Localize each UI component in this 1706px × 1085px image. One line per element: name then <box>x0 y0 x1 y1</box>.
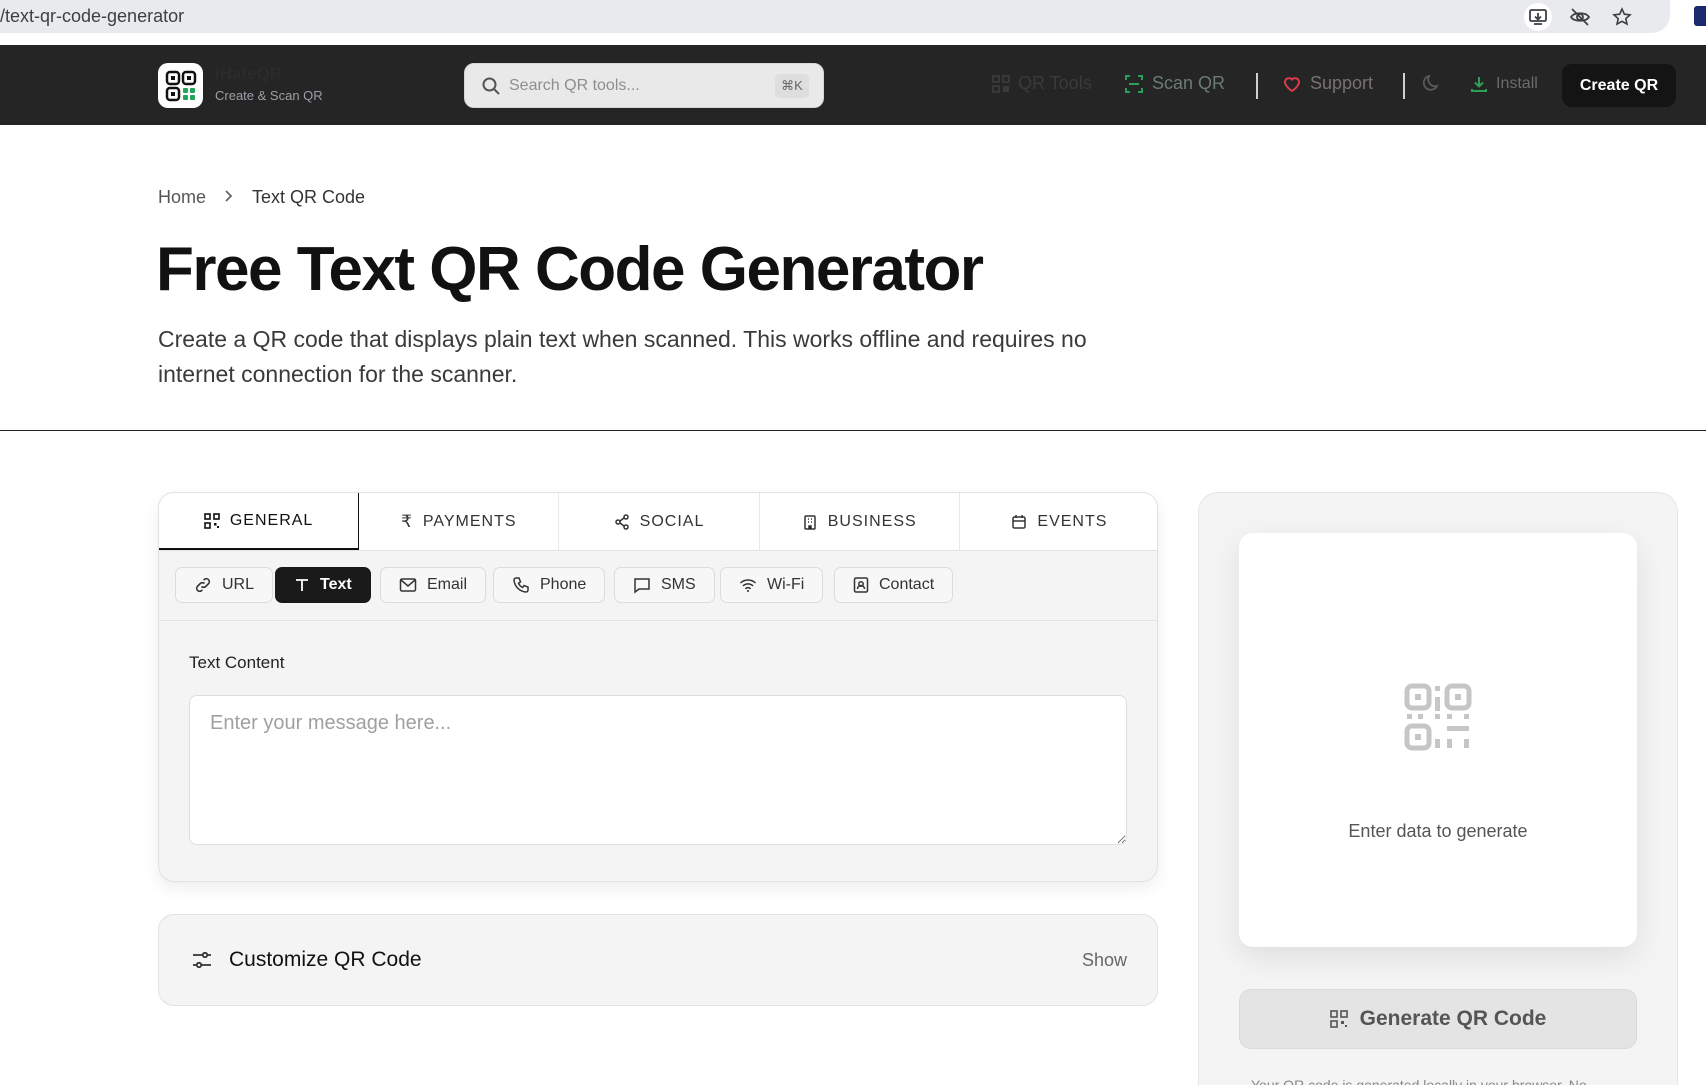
type-label: Phone <box>540 576 587 593</box>
eye-off-icon[interactable] <box>1566 3 1594 31</box>
nav-scan-qr-label: Scan QR <box>1152 73 1226 93</box>
customize-qr-section[interactable]: Customize QR Code Show <box>158 914 1158 1006</box>
chevron-right-icon <box>224 187 234 208</box>
page-title: Free Text QR Code Generator <box>156 235 984 304</box>
type-url-button[interactable]: URL <box>175 567 274 603</box>
qr-placeholder-icon <box>1404 683 1472 756</box>
search-box[interactable]: ⌘K <box>464 63 824 108</box>
nav-scan-qr[interactable]: Scan QR <box>1124 73 1225 94</box>
type-wifi-button[interactable]: Wi-Fi <box>720 567 824 603</box>
sliders-icon <box>191 950 213 975</box>
search-input[interactable] <box>509 64 759 107</box>
breadcrumb: Home Text QR Code <box>158 187 365 208</box>
qr-grid-icon <box>1329 1010 1348 1028</box>
nav-support-label: Support <box>1310 73 1374 93</box>
address-url[interactable]: /text-qr-code-generator <box>0 6 184 27</box>
message-icon <box>634 578 650 594</box>
generate-qr-button[interactable]: Generate QR Code <box>1239 989 1637 1049</box>
nav-qr-tools[interactable]: QR Tools <box>992 73 1092 94</box>
qr-preview-card: Enter data to generate <box>1239 533 1637 947</box>
tab-label: EVENTS <box>1037 512 1108 530</box>
page-description: Create a QR code that displays plain tex… <box>158 326 1087 387</box>
qr-grid-icon <box>992 74 1010 93</box>
phone-icon <box>513 577 529 593</box>
mail-icon <box>399 578 417 592</box>
nav-divider <box>1256 73 1258 99</box>
preview-empty-text: Enter data to generate <box>1348 821 1528 841</box>
brand-name[interactable]: iHateQR <box>215 64 282 84</box>
extension-icon[interactable] <box>1694 6 1706 26</box>
download-icon <box>1471 77 1487 92</box>
nav-divider <box>1403 73 1405 99</box>
tab-payments[interactable]: ₹ PAYMENTS <box>359 493 560 550</box>
divider <box>0 430 1706 431</box>
type-label: Contact <box>879 576 935 593</box>
scan-icon <box>1125 74 1143 93</box>
breadcrumb-home[interactable]: Home <box>158 187 206 208</box>
logo-icon[interactable] <box>158 63 203 108</box>
search-icon <box>481 76 501 101</box>
type-email-button[interactable]: Email <box>380 567 487 603</box>
tab-label: SOCIAL <box>639 512 705 530</box>
tab-label: PAYMENTS <box>422 512 517 530</box>
tab-events[interactable]: EVENTS <box>960 493 1157 550</box>
heart-hand-icon <box>1283 76 1301 92</box>
text-content-label: Text Content <box>189 653 285 672</box>
create-qr-button[interactable]: Create QR <box>1562 64 1676 107</box>
text-icon <box>296 579 308 591</box>
generate-qr-label: Generate QR Code <box>1359 1007 1547 1030</box>
qr-form-card: GENERAL ₹ PAYMENTS SOCIAL BUSINESS EVENT… <box>158 492 1158 882</box>
nav-install[interactable]: Install <box>1470 75 1538 93</box>
nav-support[interactable]: Support <box>1282 73 1373 94</box>
wifi-icon <box>739 579 757 592</box>
customize-title: Customize QR Code <box>229 948 422 971</box>
browser-toolbar: /text-qr-code-generator <box>0 0 1706 36</box>
moon-icon[interactable] <box>1422 73 1442 98</box>
breadcrumb-current: Text QR Code <box>252 187 366 207</box>
tab-social[interactable]: SOCIAL <box>559 493 760 550</box>
type-label: Text <box>320 576 352 593</box>
customize-show-toggle[interactable]: Show <box>1082 950 1127 971</box>
type-label: SMS <box>661 576 696 593</box>
nav-qr-tools-label: QR Tools <box>1018 73 1092 93</box>
rupee-icon: ₹ <box>401 511 413 531</box>
qr-grid-icon <box>204 512 220 529</box>
tab-business[interactable]: BUSINESS <box>760 493 960 550</box>
calendar-icon <box>1012 514 1027 529</box>
address-bar[interactable] <box>0 0 1670 33</box>
site-header: iHateQR Create & Scan QR ⌘K QR Tools Sca… <box>0 45 1706 125</box>
share-icon <box>614 513 629 530</box>
category-tabs: GENERAL ₹ PAYMENTS SOCIAL BUSINESS EVENT… <box>159 493 1157 551</box>
bookmark-star-icon[interactable] <box>1608 3 1636 31</box>
tab-label: GENERAL <box>229 511 314 529</box>
tab-general[interactable]: GENERAL <box>159 493 360 550</box>
building-icon <box>804 514 816 530</box>
tab-label: BUSINESS <box>827 512 917 530</box>
search-shortcut-badge: ⌘K <box>775 74 809 98</box>
link-icon <box>195 577 211 593</box>
type-label: Wi-Fi <box>767 576 805 593</box>
nav-install-label: Install <box>1496 75 1538 92</box>
type-label: URL <box>222 576 255 593</box>
brand-tagline: Create & Scan QR <box>215 88 323 103</box>
type-label: Email <box>427 576 468 593</box>
install-app-icon[interactable] <box>1524 3 1552 31</box>
qr-type-selector: URL Text Email Phone SMS Wi-Fi Contact <box>159 551 1157 621</box>
type-contact-button[interactable]: Contact <box>834 567 954 603</box>
type-sms-button[interactable]: SMS <box>614 567 715 603</box>
contact-card-icon <box>853 577 869 593</box>
qr-preview-panel: Enter data to generate Generate QR Code … <box>1198 492 1678 1085</box>
type-text-button[interactable]: Text <box>275 567 371 603</box>
type-phone-button[interactable]: Phone <box>493 567 606 603</box>
text-content-input[interactable] <box>189 695 1127 845</box>
preview-footnote: Your QR code is generated locally in you… <box>1251 1077 1587 1085</box>
